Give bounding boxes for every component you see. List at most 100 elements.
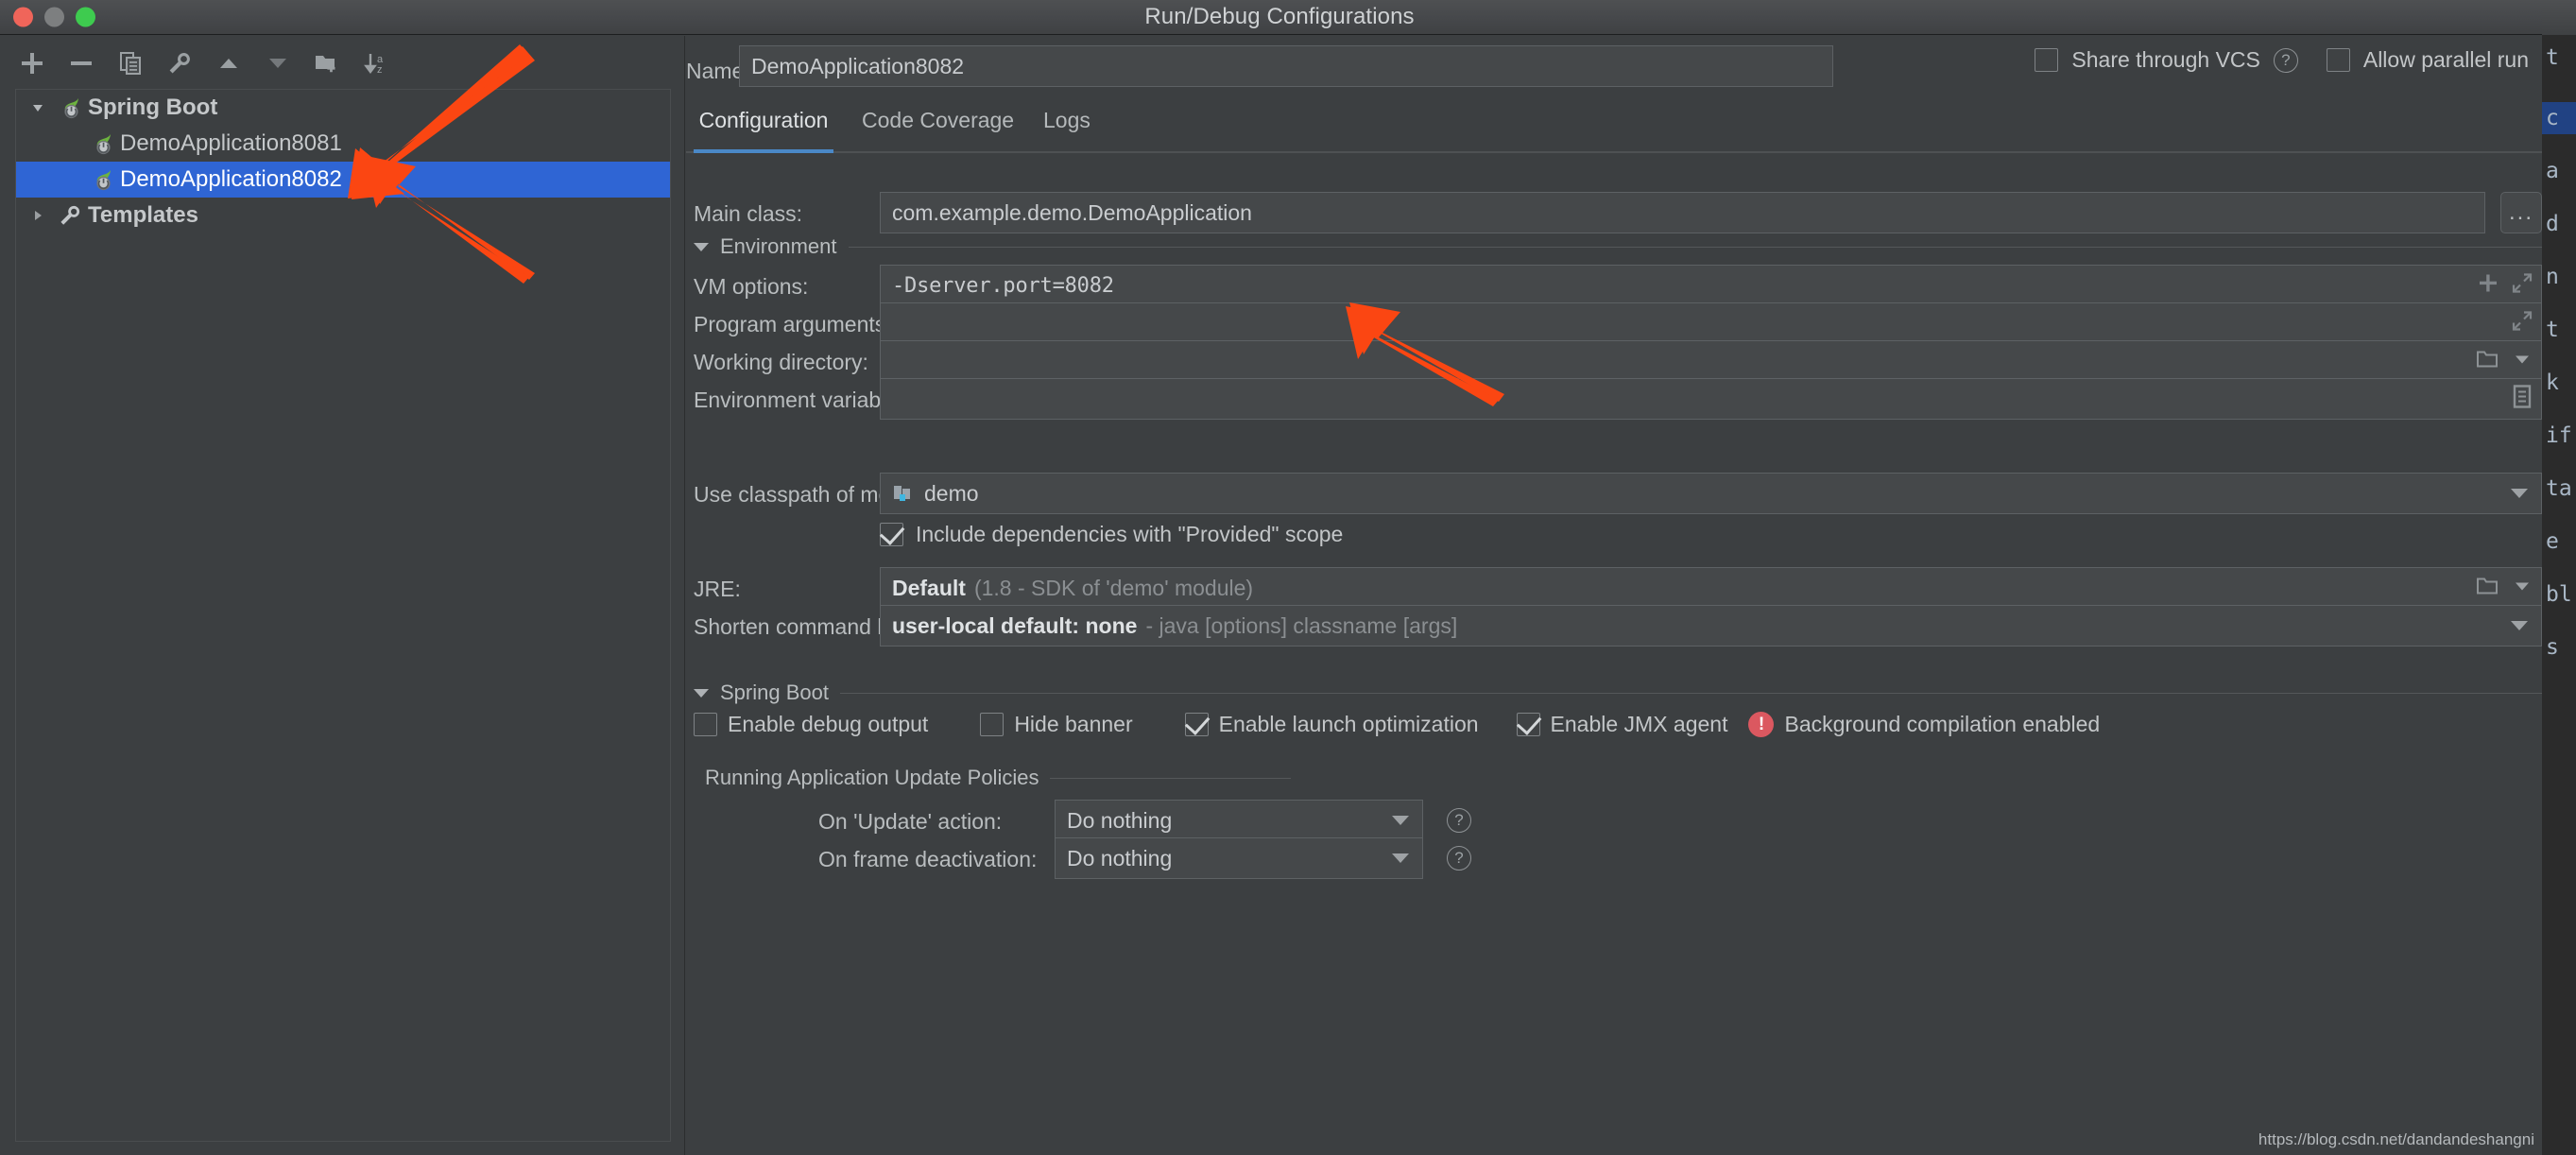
edit-templates-wrench-button[interactable] (163, 46, 197, 80)
environment-section-header[interactable]: Environment (694, 234, 2542, 259)
vm-options-field-wrap: -Dserver.port=8082 (880, 265, 2542, 306)
working-directory-input[interactable] (880, 340, 2542, 382)
shorten-command-line-hint: - java [options] classname [args] (1145, 613, 1457, 639)
enable-jmx-agent-checkbox[interactable] (1517, 713, 1540, 736)
tree-node-label: DemoApplication8081 (118, 130, 342, 157)
main-class-input[interactable]: com.example.demo.DemoApplication (880, 192, 2485, 233)
tree-node-spring-boot[interactable]: Spring Boot (16, 90, 670, 126)
module-icon (892, 483, 915, 504)
configurations-left-pane: a z Spring Boot (0, 36, 685, 1155)
jre-input[interactable]: Default (1.8 - SDK of 'demo' module) (880, 567, 2542, 609)
plus-icon[interactable] (2478, 273, 2499, 299)
expand-icon[interactable] (2512, 311, 2533, 336)
enable-launch-optimization-checkbox[interactable] (1185, 713, 1209, 736)
spring-boot-section-header[interactable]: Spring Boot (694, 681, 2542, 705)
background-glyph: n (2546, 265, 2559, 289)
on-frame-deactivation-label: On frame deactivation: (818, 847, 1037, 872)
enable-jmx-agent-option[interactable]: Enable JMX agent (1517, 712, 1728, 737)
background-glyph: d (2546, 212, 2559, 236)
background-glyph: k (2546, 371, 2559, 395)
window-titlebar: Run/Debug Configurations (0, 0, 2559, 35)
background-glyph: e (2546, 529, 2559, 554)
chevron-down-icon[interactable] (1392, 853, 1409, 863)
environment-variables-row: Environment variables: (686, 378, 2542, 420)
chevron-down-icon[interactable] (694, 689, 709, 698)
chevron-down-icon[interactable] (694, 243, 709, 251)
blog-watermark: https://blog.csdn.net/dandandeshangni (2258, 1130, 2534, 1149)
background-glyph: c (2546, 106, 2559, 130)
shorten-command-line-combo[interactable]: user-local default: none - java [options… (880, 605, 2542, 646)
configuration-tabs: Configuration Code Coverage Logs (686, 104, 2542, 153)
on-frame-deactivation-combo[interactable]: Do nothing (1055, 837, 1423, 879)
tree-node-demoapplication8082[interactable]: DemoApplication8082 (16, 162, 670, 198)
create-folder-button[interactable] (310, 46, 344, 80)
list-icon[interactable] (2512, 385, 2533, 414)
chevron-down-icon[interactable] (2511, 489, 2528, 498)
include-provided-wrap[interactable]: Include dependencies with "Provided" sco… (880, 513, 2542, 555)
configurations-tree[interactable]: Spring Boot DemoApplication8081 (15, 89, 671, 1142)
on-update-action-combo[interactable]: Do nothing (1055, 800, 1423, 841)
on-frame-deactivation-help-icon[interactable]: ? (1447, 846, 1471, 871)
allow-parallel-run-checkbox[interactable] (2327, 48, 2350, 72)
spring-boot-section-label: Spring Boot (720, 681, 829, 705)
on-update-action-help-icon[interactable]: ? (1447, 808, 1471, 833)
background-editor-sliver: t c a d n t k if ta e bl s (2542, 0, 2576, 1155)
on-frame-deactivation-row: On frame deactivation: Do nothing ? (686, 837, 2542, 879)
tree-node-templates[interactable]: Templates (16, 198, 670, 233)
environment-variables-input[interactable] (880, 378, 2542, 420)
vm-options-input[interactable]: -Dserver.port=8082 (880, 265, 2542, 306)
section-divider (840, 693, 2542, 694)
expand-icon[interactable] (2512, 273, 2533, 299)
background-glyph: bl (2546, 582, 2572, 607)
tab-configuration[interactable]: Configuration (694, 104, 833, 153)
use-classpath-of-module-field-wrap: demo (880, 473, 2542, 514)
sort-alphabetically-button[interactable]: a z (359, 46, 393, 80)
expander-collapsed-icon[interactable] (22, 208, 54, 223)
enable-debug-output-checkbox[interactable] (694, 713, 717, 736)
background-glyph: if (2546, 423, 2572, 448)
folder-icon[interactable] (2476, 349, 2499, 374)
tree-node-label: DemoApplication8082 (118, 166, 342, 193)
move-down-button[interactable] (261, 46, 295, 80)
include-provided-label: Include dependencies with "Provided" sco… (916, 522, 1343, 547)
tree-node-demoapplication8081[interactable]: DemoApplication8081 (16, 126, 670, 162)
chevron-down-icon[interactable] (2512, 349, 2533, 374)
use-classpath-of-module-combo[interactable]: demo (880, 473, 2542, 514)
on-update-action-label: On 'Update' action: (818, 809, 1002, 835)
folder-icon[interactable] (2476, 576, 2499, 601)
background-glyph: a (2546, 159, 2559, 183)
remove-configuration-button[interactable] (64, 46, 98, 80)
main-class-row: Main class: com.example.demo.DemoApplica… (686, 192, 2542, 233)
tab-code-coverage[interactable]: Code Coverage (862, 104, 1014, 153)
jre-row: JRE: Default (1.8 - SDK of 'demo' module… (686, 567, 2542, 609)
main-class-browse-button[interactable]: ... (2500, 192, 2542, 233)
copy-configuration-button[interactable] (113, 46, 147, 80)
working-directory-label: Working directory: (694, 350, 868, 375)
share-through-vcs-help-icon[interactable]: ? (2274, 48, 2298, 73)
hide-banner-option[interactable]: Hide banner (980, 712, 1132, 737)
name-input[interactable]: DemoApplication8082 (739, 45, 1833, 87)
chevron-down-icon[interactable] (2511, 621, 2528, 630)
working-directory-field-icons (2476, 349, 2533, 374)
include-provided-checkbox[interactable] (880, 523, 903, 546)
share-through-vcs-checkbox[interactable] (2035, 48, 2058, 72)
enable-debug-output-option[interactable]: Enable debug output (694, 712, 928, 737)
main-class-label: Main class: (694, 201, 802, 227)
error-icon: ! (1748, 712, 1774, 737)
program-arguments-input[interactable] (880, 302, 2542, 344)
enable-launch-optimization-option[interactable]: Enable launch optimization (1185, 712, 1479, 737)
run-debug-configurations-dialog: Run/Debug Configurations (0, 0, 2576, 1155)
hide-banner-checkbox[interactable] (980, 713, 1004, 736)
background-glyph: s (2546, 635, 2559, 660)
chevron-down-icon[interactable] (1392, 816, 1409, 825)
background-glyph: ta (2546, 476, 2572, 501)
add-configuration-button[interactable] (15, 46, 49, 80)
move-up-button[interactable] (212, 46, 246, 80)
section-divider (849, 247, 2542, 248)
background-titlebar-sliver (2542, 0, 2576, 35)
expander-expanded-icon[interactable] (22, 100, 54, 115)
include-provided-row: Include dependencies with "Provided" sco… (686, 513, 2542, 555)
tab-logs[interactable]: Logs (1043, 104, 1091, 153)
jre-value-hint: (1.8 - SDK of 'demo' module) (974, 576, 1253, 601)
chevron-down-icon[interactable] (2512, 576, 2533, 601)
